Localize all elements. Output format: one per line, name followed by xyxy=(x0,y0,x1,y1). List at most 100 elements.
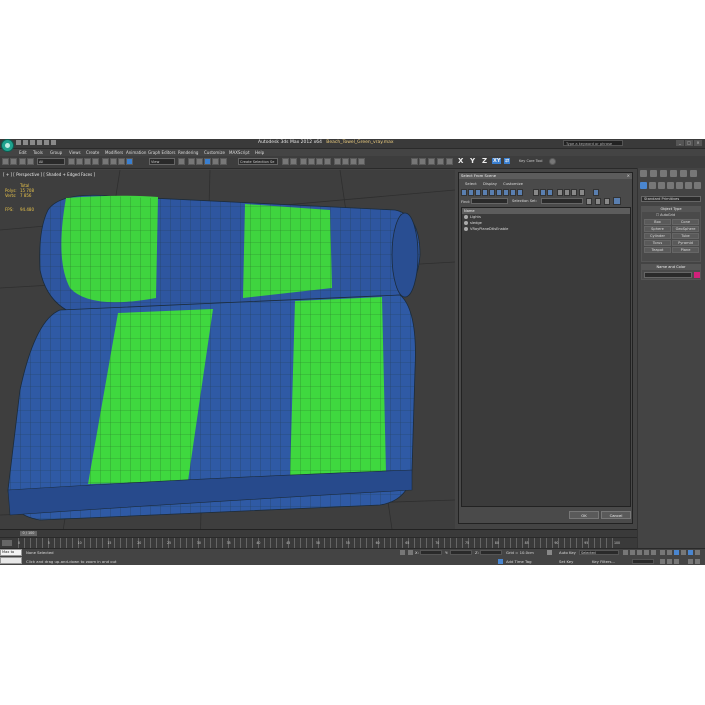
rotate-icon[interactable] xyxy=(110,158,117,165)
curve-editor-icon[interactable] xyxy=(316,158,323,165)
link-icon[interactable] xyxy=(19,158,26,165)
maximize-viewport-icon[interactable] xyxy=(674,559,679,564)
filter-xrefs-icon[interactable] xyxy=(510,189,516,196)
menu-help[interactable]: Help xyxy=(255,150,264,155)
percent-snap-icon[interactable] xyxy=(212,158,219,165)
menu-create[interactable]: Create xyxy=(86,150,99,155)
help-search-input[interactable]: Type a keyword or phrase xyxy=(563,140,623,146)
primitive-type-dropdown[interactable]: Standard Primitives xyxy=(641,196,701,202)
go-to-start-icon[interactable] xyxy=(623,550,628,555)
close-icon[interactable]: × xyxy=(694,140,702,146)
find-input[interactable] xyxy=(471,198,508,204)
filter-groups-icon[interactable] xyxy=(503,189,509,196)
rendered-frame-icon[interactable] xyxy=(350,158,357,165)
zoom-icon[interactable] xyxy=(660,550,665,555)
select-object-icon[interactable] xyxy=(68,158,75,165)
key-selection-dropdown[interactable]: Selected xyxy=(579,550,619,555)
pan-view-icon[interactable] xyxy=(695,550,700,555)
zoom-extents-all-icon[interactable] xyxy=(681,550,686,555)
geometry-category-icon[interactable] xyxy=(640,182,647,189)
minimize-icon[interactable]: _ xyxy=(676,140,684,146)
display-all-icon[interactable] xyxy=(533,189,539,196)
create-tab-icon[interactable] xyxy=(640,170,647,177)
filter-spacewarps-icon[interactable] xyxy=(496,189,502,196)
display-invert-icon[interactable] xyxy=(547,189,553,196)
sync-selection-icon[interactable] xyxy=(579,189,585,196)
dialog-menu-select[interactable]: Select xyxy=(465,181,477,186)
walkthrough-icon[interactable] xyxy=(688,559,693,564)
go-to-end-icon[interactable] xyxy=(651,550,656,555)
filter-lights-icon[interactable] xyxy=(475,189,481,196)
reference-coord-dropdown[interactable]: View xyxy=(149,158,175,165)
display-tab-icon[interactable] xyxy=(680,170,687,177)
time-tag-icon[interactable] xyxy=(498,559,503,564)
menu-views[interactable]: Views xyxy=(69,150,81,155)
select-dependents-icon[interactable] xyxy=(613,197,621,205)
open-file-icon[interactable] xyxy=(23,140,28,145)
menu-modifiers[interactable]: Modifiers xyxy=(105,150,123,155)
add-time-tag-button[interactable]: Add Time Tag xyxy=(506,559,531,564)
utilities-tab-icon[interactable] xyxy=(690,170,697,177)
window-crossing-icon[interactable] xyxy=(92,158,99,165)
extra-tool-1-icon[interactable] xyxy=(411,158,418,165)
hierarchy-tab-icon[interactable] xyxy=(660,170,667,177)
menu-animation[interactable]: Animation xyxy=(126,150,146,155)
key-filters-button[interactable]: Key Filters... xyxy=(592,559,615,564)
select-manipulate-icon[interactable] xyxy=(126,158,133,165)
y-coordinate-field[interactable] xyxy=(450,550,472,555)
motion-tab-icon[interactable] xyxy=(670,170,677,177)
lock-selection-icon[interactable] xyxy=(400,550,405,555)
mini-curve-editor-icon[interactable] xyxy=(2,540,12,546)
redo-icon[interactable] xyxy=(44,140,49,145)
axis-x-button[interactable]: X xyxy=(458,157,463,165)
sphere-button[interactable]: Sphere xyxy=(644,226,671,232)
helpers-category-icon[interactable] xyxy=(676,182,683,189)
previous-frame-icon[interactable] xyxy=(630,550,635,555)
align-icon[interactable] xyxy=(290,158,297,165)
mirror-icon[interactable] xyxy=(282,158,289,165)
plane-button[interactable]: Plane xyxy=(672,247,699,253)
angle-snap-icon[interactable] xyxy=(204,158,211,165)
isolate-tool-label[interactable]: Key Core Tool xyxy=(518,158,548,165)
orbit-icon[interactable] xyxy=(667,559,672,564)
named-selection-dropdown[interactable]: Create Selection Se xyxy=(238,158,278,165)
maxscript-listener[interactable]: Max to xyxy=(0,549,22,556)
time-slider[interactable]: 0 / 100 xyxy=(20,531,37,536)
dialog-menu-customize[interactable]: Customize xyxy=(503,181,523,186)
extra-tool-5-icon[interactable] xyxy=(446,158,453,165)
extra-tool-2-icon[interactable] xyxy=(419,158,426,165)
layer-manager-icon[interactable] xyxy=(300,158,307,165)
ok-button[interactable]: OK xyxy=(569,511,599,519)
hold-icon[interactable] xyxy=(51,140,56,145)
extra-tool-3-icon[interactable] xyxy=(428,158,435,165)
pivot-icon[interactable] xyxy=(178,158,185,165)
viewport-toggle-icon[interactable] xyxy=(695,559,700,564)
key-mode-icon[interactable] xyxy=(547,550,552,555)
tube-button[interactable]: Tube xyxy=(672,233,699,239)
menu-maxscript[interactable]: MAXScript xyxy=(229,150,250,155)
select-by-name-icon[interactable] xyxy=(76,158,83,165)
hierarchy-icon[interactable] xyxy=(593,189,599,196)
object-name-input[interactable] xyxy=(644,272,692,278)
select-all-icon[interactable] xyxy=(557,189,563,196)
move-icon[interactable] xyxy=(102,158,109,165)
menu-rendering[interactable]: Rendering xyxy=(178,150,198,155)
shapes-category-icon[interactable] xyxy=(649,182,656,189)
select-none-icon[interactable] xyxy=(564,189,570,196)
spinner-snap-icon[interactable] xyxy=(220,158,227,165)
list-item[interactable]: VRayPlaneDtlsEnable xyxy=(462,226,630,232)
select-invert-icon[interactable] xyxy=(571,189,577,196)
menu-edit[interactable]: Edit xyxy=(19,150,27,155)
redo-tool-icon[interactable] xyxy=(10,158,17,165)
geosphere-button[interactable]: GeoSphere xyxy=(672,226,699,232)
name-color-title[interactable]: Name and Color xyxy=(642,265,700,270)
autogrid-checkbox[interactable]: ☐ AutoGrid xyxy=(656,213,675,217)
cameras-category-icon[interactable] xyxy=(667,182,674,189)
selection-set-options-icon[interactable] xyxy=(586,198,592,205)
object-type-title[interactable]: Object Type xyxy=(642,207,700,212)
teapot-button[interactable]: Teapot xyxy=(644,247,671,253)
cone-button[interactable]: Cone xyxy=(672,219,699,225)
cylinder-button[interactable]: Cylinder xyxy=(644,233,671,239)
viewport-label[interactable]: [ + ] [ Perspective ] [ Shaded + Edged F… xyxy=(3,172,95,177)
next-frame-icon[interactable] xyxy=(644,550,649,555)
